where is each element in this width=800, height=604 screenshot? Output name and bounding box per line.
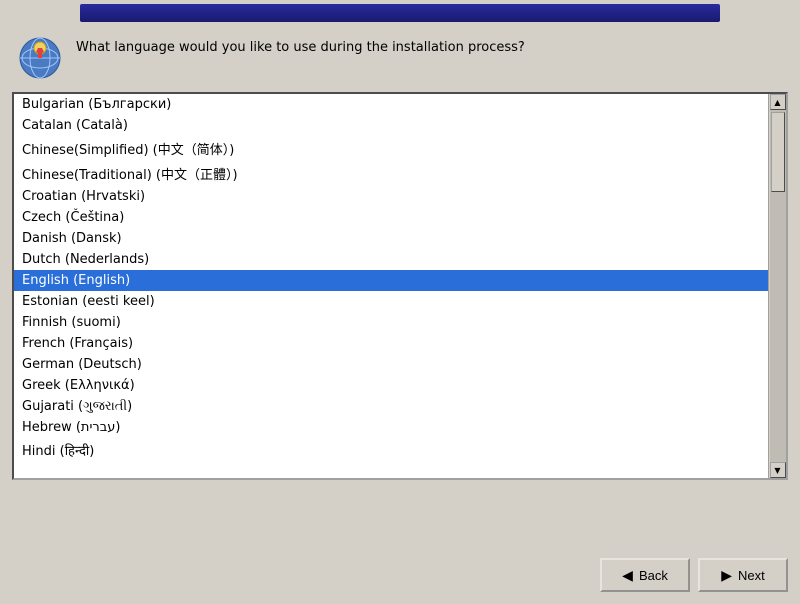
list-item[interactable]: Estonian (eesti keel) — [14, 291, 768, 312]
list-item[interactable]: Croatian (Hrvatski) — [14, 186, 768, 207]
list-item[interactable]: Greek (Ελληνικά) — [14, 375, 768, 396]
progress-bar — [80, 4, 720, 22]
list-item[interactable]: French (Français) — [14, 333, 768, 354]
scrollbar-track[interactable] — [770, 110, 786, 462]
top-progress-area — [0, 4, 800, 22]
header-question: What language would you like to use duri… — [76, 34, 525, 58]
progress-bar-fill — [80, 4, 720, 22]
list-item[interactable]: Dutch (Nederlands) — [14, 249, 768, 270]
list-item[interactable]: Bulgarian (Български) — [14, 94, 768, 115]
list-item[interactable]: Gujarati (ગુજરાતી) — [14, 396, 768, 417]
scroll-down-button[interactable]: ▼ — [770, 462, 786, 478]
list-item[interactable]: Finnish (suomi) — [14, 312, 768, 333]
scrollbar[interactable]: ▲ ▼ — [768, 94, 786, 478]
back-label: Back — [639, 568, 668, 583]
next-button[interactable]: ▶ Next — [698, 558, 788, 592]
language-list[interactable]: Bulgarian (Български)Catalan (Català)Chi… — [14, 94, 768, 478]
back-icon: ◀ — [622, 567, 633, 584]
list-item[interactable]: Chinese(Simplified) (中文（简体）) — [14, 136, 768, 161]
list-item[interactable]: Hebrew (עברית) — [14, 417, 768, 438]
next-icon: ▶ — [721, 567, 732, 584]
bottom-buttons: ◀ Back ▶ Next — [600, 558, 788, 592]
globe-icon — [16, 34, 64, 82]
scroll-up-button[interactable]: ▲ — [770, 94, 786, 110]
list-item[interactable]: German (Deutsch) — [14, 354, 768, 375]
list-item[interactable]: Hindi (हिन्दी) — [14, 438, 768, 462]
back-button[interactable]: ◀ Back — [600, 558, 690, 592]
list-item[interactable]: English (English) — [14, 270, 768, 291]
scrollbar-thumb[interactable] — [771, 112, 785, 192]
list-item[interactable]: Catalan (Català) — [14, 115, 768, 136]
list-item[interactable]: Czech (Čeština) — [14, 207, 768, 228]
next-label: Next — [738, 568, 765, 583]
list-item[interactable]: Danish (Dansk) — [14, 228, 768, 249]
language-list-container: Bulgarian (Български)Catalan (Català)Chi… — [12, 92, 788, 480]
header-section: What language would you like to use duri… — [0, 22, 800, 92]
list-item[interactable]: Chinese(Traditional) (中文（正體）) — [14, 161, 768, 186]
